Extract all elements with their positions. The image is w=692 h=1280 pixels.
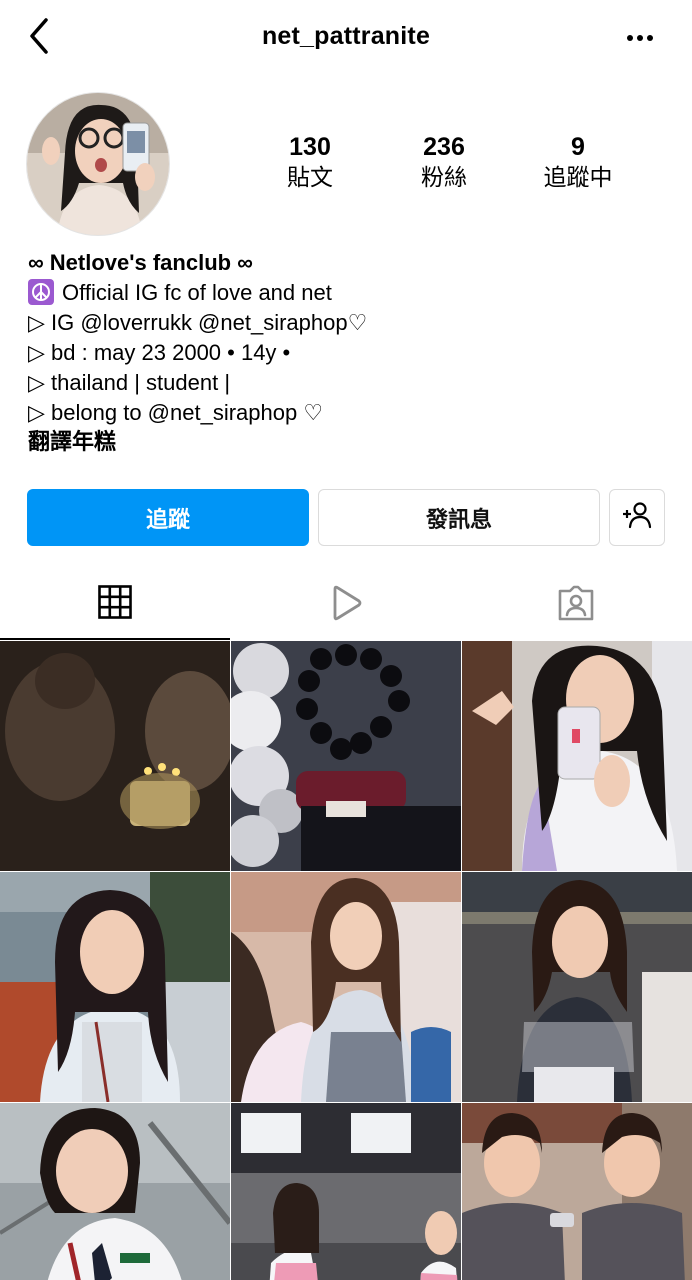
profile-stats: 130 貼文 236 粉絲 9 追蹤中 xyxy=(0,132,692,202)
bio-line-5: ▷ belong to @net_siraphop ♡ xyxy=(28,400,324,425)
peace-symbol-icon xyxy=(28,279,54,305)
followers-count: 236 xyxy=(423,133,465,161)
post-thumbnail[interactable] xyxy=(0,872,230,1102)
tab-reels[interactable] xyxy=(231,570,461,640)
tagged-icon xyxy=(557,585,595,626)
post-thumbnail[interactable] xyxy=(462,872,692,1102)
followers-label: 粉絲 xyxy=(421,165,467,191)
posts-count: 130 xyxy=(289,133,331,161)
bio-line-4: ▷ thailand | student | xyxy=(28,370,231,395)
post-thumbnail[interactable] xyxy=(0,641,230,871)
tab-posts-grid[interactable] xyxy=(0,570,230,640)
bio-line: Official IG fc of love and net xyxy=(28,278,668,308)
following-count: 9 xyxy=(571,133,585,161)
post-thumbnail[interactable] xyxy=(231,872,461,1102)
following-label: 追蹤中 xyxy=(543,165,613,191)
profile-username: net_pattranite xyxy=(261,22,431,50)
add-user-icon xyxy=(621,501,653,535)
bio-line-1: Official IG fc of love and net xyxy=(62,280,332,305)
tab-tagged[interactable] xyxy=(461,570,691,640)
following-stat[interactable]: 9 追蹤中 xyxy=(518,132,638,194)
posts-label: 貼文 xyxy=(287,165,333,191)
profile-display-name: ∞ Netlove's fanclub ∞ xyxy=(28,250,253,275)
post-thumbnail[interactable] xyxy=(231,641,461,871)
post-thumbnail[interactable] xyxy=(0,1103,230,1280)
followers-stat[interactable]: 236 粉絲 xyxy=(384,132,504,194)
posts-stat[interactable]: 130 貼文 xyxy=(250,132,370,194)
post-thumbnail[interactable] xyxy=(462,641,692,871)
message-button[interactable]: 發訊息 xyxy=(318,489,600,546)
profile-tabs xyxy=(0,570,692,640)
post-thumbnail[interactable] xyxy=(231,1103,461,1280)
profile-bio: ∞ Netlove's fanclub ∞ Official IG fc of … xyxy=(28,248,668,458)
more-horizontal-icon[interactable] xyxy=(622,26,658,50)
add-user-button[interactable] xyxy=(609,489,665,546)
follow-button[interactable]: 追蹤 xyxy=(27,489,309,546)
bio-line-2: ▷ IG @loverrukk @net_siraphop♡ xyxy=(28,310,368,335)
grid-icon xyxy=(98,584,132,624)
top-nav: net_pattranite xyxy=(0,0,692,76)
translate-link[interactable]: 翻譯年糕 xyxy=(28,428,668,458)
reels-icon xyxy=(329,585,363,626)
post-thumbnail[interactable] xyxy=(462,1103,692,1280)
bio-line-3: ▷ bd : may 23 2000 • 14y • xyxy=(28,340,291,365)
